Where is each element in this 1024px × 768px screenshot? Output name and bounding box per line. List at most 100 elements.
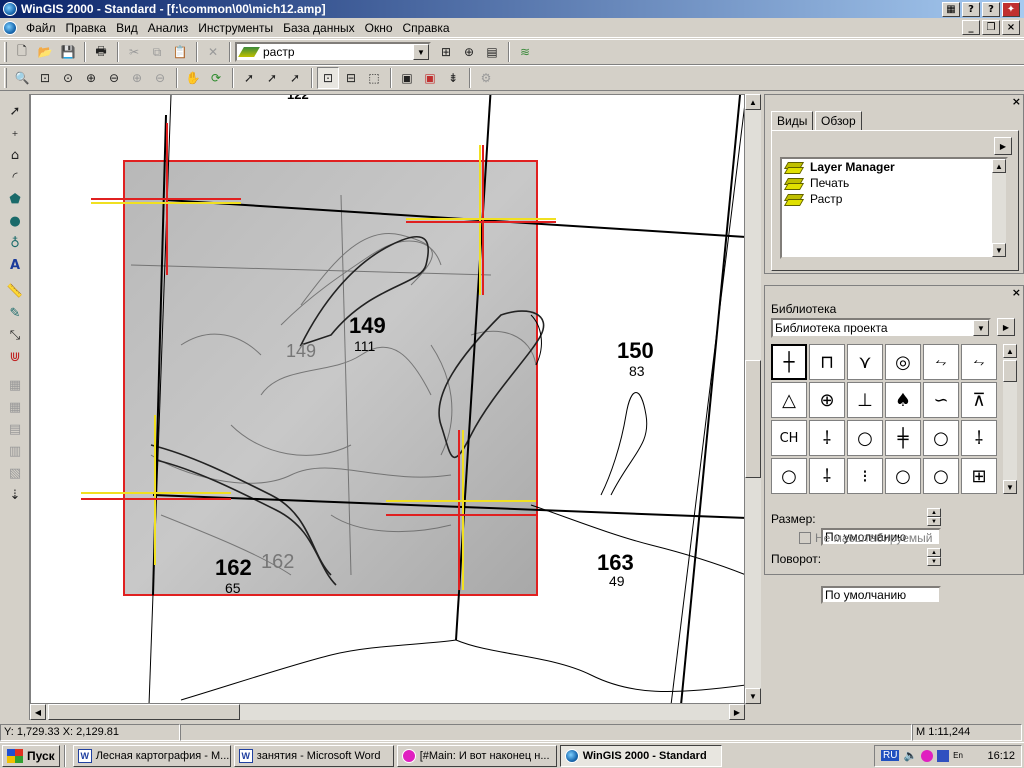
- zoom-window-icon[interactable]: ⊙: [57, 67, 79, 89]
- vscroll-thumb[interactable]: [745, 360, 761, 478]
- cut-icon[interactable]: ✂: [123, 41, 145, 63]
- symbol-brick-icon[interactable]: ⊞: [961, 458, 997, 494]
- symbol-leaf-icon[interactable]: ♠: [885, 382, 921, 418]
- help-icon[interactable]: ?: [962, 1, 980, 17]
- keyboard-layout-icon[interactable]: En: [953, 751, 963, 760]
- chevron-down-icon[interactable]: ▼: [413, 44, 429, 60]
- library-chevron-down-icon[interactable]: ▼: [973, 320, 989, 336]
- doc-minimize-icon[interactable]: _: [962, 20, 980, 35]
- logo-icon[interactable]: ✦: [1002, 1, 1020, 17]
- transform-icon[interactable]: ⤡: [2, 324, 28, 346]
- layer-props-icon[interactable]: ⊞: [435, 41, 457, 63]
- views-menu-arrow-icon[interactable]: ▶: [994, 137, 1012, 155]
- views-list-scrollbar[interactable]: ▲ ▼: [992, 159, 1006, 257]
- scroll-up-icon[interactable]: ▲: [745, 94, 761, 110]
- start-button[interactable]: Пуск: [2, 744, 60, 767]
- tab-overview[interactable]: Обзор: [815, 111, 862, 131]
- symbol-grid-scrollbar[interactable]: ▲ ▼: [1003, 344, 1017, 494]
- tool-d-icon[interactable]: ▥: [2, 440, 28, 462]
- tray-app-icon[interactable]: [937, 749, 950, 762]
- rotate-down-icon[interactable]: ▼: [927, 557, 941, 566]
- symbol-beads-icon[interactable]: ⁝: [847, 458, 883, 494]
- tool-e-icon[interactable]: ▧: [2, 462, 28, 484]
- symbol-signpost-icon[interactable]: ⥊: [923, 344, 959, 380]
- symbol-empty-circle-icon[interactable]: ○: [847, 420, 883, 456]
- rotate-up-icon[interactable]: ▲: [927, 548, 941, 557]
- task-forest-mapping[interactable]: W Лесная картография - M...: [72, 744, 231, 767]
- horizontal-scrollbar[interactable]: ◀ ▶: [30, 704, 745, 720]
- symbol-ch-icon[interactable]: СН: [771, 420, 807, 456]
- circle-icon[interactable]: ●: [2, 210, 28, 232]
- views-scroll-up-icon[interactable]: ▲: [992, 159, 1006, 173]
- lang-indicator[interactable]: RU: [881, 750, 900, 761]
- menu-window[interactable]: Окно: [360, 21, 398, 35]
- snap-box-icon[interactable]: ⬚: [363, 67, 385, 89]
- symbol-triangle-line-icon[interactable]: ⊥: [847, 382, 883, 418]
- save-icon[interactable]: 💾: [57, 41, 79, 63]
- layer-combo[interactable]: растр ▼: [235, 42, 431, 62]
- symbol-cross-icon[interactable]: ┼: [771, 344, 807, 380]
- snap-center-icon[interactable]: ⊡: [317, 67, 339, 89]
- symbol-circle4-icon[interactable]: ○: [885, 458, 921, 494]
- digitize-icon[interactable]: ✎: [2, 302, 28, 324]
- views-close-icon[interactable]: ×: [1012, 95, 1021, 108]
- tray-chat-icon[interactable]: [921, 749, 934, 762]
- select-multi-icon[interactable]: ➚: [261, 67, 283, 89]
- task-chat[interactable]: [#Main: И вот наконец н...: [396, 744, 557, 767]
- zoom-icon[interactable]: 🔍: [11, 67, 33, 89]
- object-icon[interactable]: ▣: [396, 67, 418, 89]
- zoom-all-icon[interactable]: ⊡: [34, 67, 56, 89]
- measure-icon[interactable]: 📏: [2, 280, 28, 302]
- copy-icon[interactable]: ⧉: [146, 41, 168, 63]
- symbol-tree3-icon[interactable]: ⸸: [961, 420, 997, 456]
- symbol-tree4-icon[interactable]: ⸸: [809, 458, 845, 494]
- menu-edit[interactable]: Правка: [61, 21, 112, 35]
- doc-restore-icon[interactable]: ❐: [982, 20, 1000, 35]
- zoom-next-icon[interactable]: ⊖: [149, 67, 171, 89]
- zoom-prev-icon[interactable]: ⊕: [126, 67, 148, 89]
- symbol-circle-cross-icon[interactable]: ⊕: [809, 382, 845, 418]
- symbol-circle5-icon[interactable]: ○: [923, 458, 959, 494]
- scroll-left-icon[interactable]: ◀: [30, 704, 46, 720]
- refresh-icon[interactable]: ⟳: [205, 67, 227, 89]
- whatsthis-icon[interactable]: ?: [982, 1, 1000, 17]
- tool-c-icon[interactable]: ▤: [2, 418, 28, 440]
- symbol-fir-icon[interactable]: ⊼: [961, 382, 997, 418]
- select-icon[interactable]: ➚: [238, 67, 260, 89]
- library-combo[interactable]: Библиотека проекта ▼: [771, 318, 991, 338]
- layer-grid-icon[interactable]: ▤: [481, 41, 503, 63]
- toolbar-grip-2[interactable]: [4, 68, 7, 88]
- polygon-icon[interactable]: ⬟: [2, 188, 28, 210]
- views-item-print[interactable]: Печать: [782, 175, 1006, 191]
- scroll-down-icon[interactable]: ▼: [745, 688, 761, 704]
- rotate-field[interactable]: По умолчанию: [821, 586, 941, 604]
- size-spinner[interactable]: ▲ ▼: [927, 508, 941, 526]
- size-down-icon[interactable]: ▼: [927, 517, 941, 526]
- title-toolbar-icon[interactable]: ▦: [942, 1, 960, 17]
- nonscale-checkbox[interactable]: [799, 532, 811, 544]
- symbol-gate-icon[interactable]: ⊓: [809, 344, 845, 380]
- symbol-icon[interactable]: ♁: [2, 232, 28, 254]
- app-icon[interactable]: [3, 2, 17, 16]
- zoom-out-icon[interactable]: ⊖: [103, 67, 125, 89]
- snap-minus-icon[interactable]: ⊟: [340, 67, 362, 89]
- symbol-wave-icon[interactable]: ∽: [923, 382, 959, 418]
- vertical-scrollbar[interactable]: ▲ ▼: [745, 94, 761, 704]
- menu-analysis[interactable]: Анализ: [143, 21, 194, 35]
- arc-icon[interactable]: ◜: [2, 166, 28, 188]
- pan-hand-icon[interactable]: ✋: [182, 67, 204, 89]
- magnet-icon[interactable]: ⋓: [2, 346, 28, 368]
- views-scroll-down-icon[interactable]: ▼: [992, 243, 1006, 257]
- symbol-branch-icon[interactable]: ⋎: [847, 344, 883, 380]
- tool-a-icon[interactable]: ▦: [2, 374, 28, 396]
- symbol-tree2-icon[interactable]: ╪: [885, 420, 921, 456]
- align-icon[interactable]: ⇟: [442, 67, 464, 89]
- paste-icon[interactable]: 📋: [169, 41, 191, 63]
- delete-icon[interactable]: ✕: [202, 41, 224, 63]
- menu-view[interactable]: Вид: [111, 21, 143, 35]
- views-item-raster[interactable]: Растр: [782, 191, 1006, 207]
- library-menu-arrow-icon[interactable]: ▶: [997, 318, 1015, 336]
- polyline-icon[interactable]: ⌂: [2, 144, 28, 166]
- object-red-icon[interactable]: ▣: [419, 67, 441, 89]
- new-icon[interactable]: 🗋: [11, 41, 33, 63]
